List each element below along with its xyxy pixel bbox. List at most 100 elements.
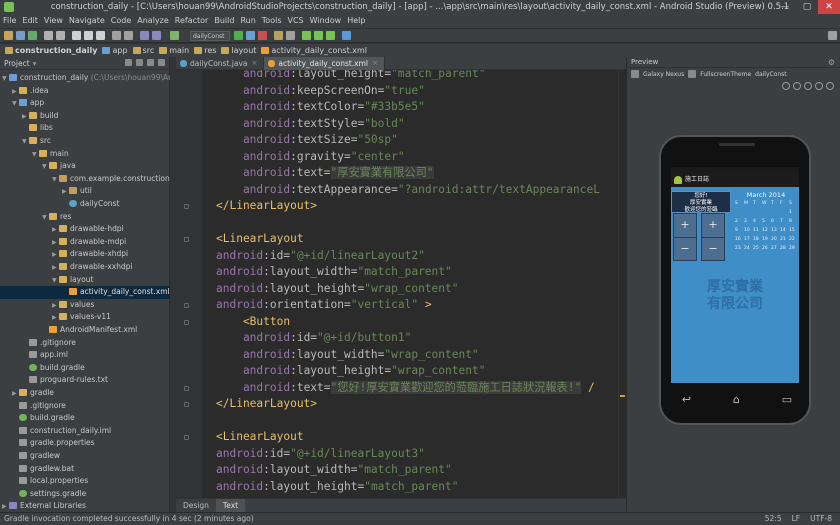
editor-scrollbar[interactable] xyxy=(618,70,626,498)
expand-down-icon[interactable]: ▼ xyxy=(42,161,49,173)
expand-right-icon[interactable]: ▶ xyxy=(12,86,19,98)
breadcrumb-item[interactable]: layout xyxy=(221,46,256,55)
status-message[interactable]: Gradle invocation completed successfully… xyxy=(4,514,254,523)
warning-marker[interactable] xyxy=(620,395,625,397)
code-line[interactable]: </LinearLayout> xyxy=(216,198,317,215)
code-line[interactable]: android:textAppearance="?android:attr/te… xyxy=(216,182,600,199)
tree-item[interactable]: construction_daily.iml xyxy=(0,425,170,438)
find-icon[interactable] xyxy=(112,31,121,40)
code-line[interactable]: <LinearLayout xyxy=(216,429,304,446)
welcome-button[interactable]: 您好! 厚安實業 歡迎您的蒞臨 xyxy=(671,191,731,213)
calendar-day[interactable]: 6 xyxy=(771,219,780,224)
tree-item[interactable]: ▼ com.example.construction_d xyxy=(0,173,170,186)
tree-item[interactable]: build.gradle xyxy=(0,412,170,425)
calendar-day[interactable]: 21 xyxy=(780,237,789,242)
cut-icon[interactable] xyxy=(72,31,81,40)
expand-down-icon[interactable]: ▼ xyxy=(22,136,29,148)
menu-tools[interactable]: Tools xyxy=(259,14,285,28)
menu-view[interactable]: View xyxy=(41,14,66,28)
tree-item[interactable]: ▼ src xyxy=(0,135,170,148)
breadcrumb-item[interactable]: main xyxy=(159,46,189,55)
code-line[interactable]: android:textSize="50sp" xyxy=(216,132,398,149)
fold-marker-icon[interactable] xyxy=(184,237,189,242)
close-tab-icon[interactable]: × xyxy=(252,57,258,70)
scroll-from-source-icon[interactable] xyxy=(125,59,132,66)
increment-button[interactable]: + xyxy=(702,214,724,237)
menu-analyze[interactable]: Analyze xyxy=(134,14,172,28)
tree-item[interactable]: ▶ values-v11 xyxy=(0,311,170,324)
calendar-day[interactable]: 20 xyxy=(771,237,780,242)
menu-vcs[interactable]: VCS xyxy=(285,14,307,28)
fold-marker-icon[interactable] xyxy=(184,204,189,209)
menu-code[interactable]: Code xyxy=(108,14,134,28)
expand-right-icon[interactable]: ▶ xyxy=(52,312,59,324)
sync-icon[interactable] xyxy=(28,31,37,40)
increment-button[interactable]: + xyxy=(674,214,696,237)
code-editor[interactable]: android:layout_height="match_parent" and… xyxy=(176,70,626,498)
calendar-day[interactable]: 16 xyxy=(735,237,744,242)
tree-item[interactable]: activity_daily_const.xml xyxy=(0,286,170,299)
tree-item[interactable]: proguard-rules.txt xyxy=(0,374,170,387)
code-line[interactable]: android:layout_width="match_parent" xyxy=(216,264,452,281)
calendar-day[interactable]: 3 xyxy=(744,219,753,224)
zoom-actual-icon[interactable] xyxy=(793,82,801,90)
code-line[interactable]: android:id="@+id/button1" xyxy=(216,330,411,347)
expand-right-icon[interactable]: ▶ xyxy=(62,186,69,198)
fold-marker-icon[interactable] xyxy=(184,319,189,325)
code-line[interactable]: android:id="@+id/linearLayout2" xyxy=(216,248,425,265)
number-picker-1[interactable]: + − xyxy=(673,213,697,261)
calendar-day[interactable]: 19 xyxy=(762,237,771,242)
sdk-manager-icon[interactable] xyxy=(326,31,335,40)
expand-right-icon[interactable]: ▶ xyxy=(52,262,59,274)
menu-file[interactable]: File xyxy=(0,14,19,28)
tab-text[interactable]: Text xyxy=(215,499,246,512)
run-icon[interactable] xyxy=(234,31,243,40)
tree-item[interactable]: ▶ gradle xyxy=(0,387,170,400)
menu-run[interactable]: Run xyxy=(237,14,258,28)
expand-down-icon[interactable]: ▼ xyxy=(52,275,59,287)
calendar-day[interactable]: 27 xyxy=(771,246,780,251)
code-line[interactable]: android:layout_height="wrap_content" xyxy=(216,363,486,380)
calendar-day[interactable]: 10 xyxy=(744,228,753,233)
tree-item[interactable]: ▶ drawable-xhdpi xyxy=(0,248,170,261)
open-folder-icon[interactable] xyxy=(4,31,13,40)
replace-icon[interactable] xyxy=(124,31,133,40)
undo-icon[interactable] xyxy=(44,31,53,40)
tree-item[interactable]: ▼ app xyxy=(0,97,170,110)
device-select[interactable]: Galaxy Nexus xyxy=(643,71,684,78)
calendar-day[interactable]: 24 xyxy=(744,246,753,251)
line-separator[interactable]: LF xyxy=(792,513,801,525)
tree-item[interactable]: ▶ drawable-mdpi xyxy=(0,236,170,249)
copy-icon[interactable] xyxy=(84,31,93,40)
tree-item[interactable]: .gitignore xyxy=(0,337,170,350)
layout-config-icon[interactable] xyxy=(631,70,639,78)
help-icon[interactable] xyxy=(342,31,351,40)
tree-item[interactable]: ▶ values xyxy=(0,299,170,312)
expand-down-icon[interactable]: ▼ xyxy=(32,149,39,161)
project-view-select[interactable]: Project xyxy=(4,59,30,68)
code-line[interactable]: android:layout_height="match_parent" xyxy=(216,479,459,496)
tree-item[interactable]: ▼ java xyxy=(0,160,170,173)
calendar-day[interactable]: 2 xyxy=(735,219,744,224)
caret-position[interactable]: 52:5 xyxy=(765,513,782,525)
calendar-day[interactable]: 7 xyxy=(780,219,789,224)
code-line[interactable]: android:layout_width="wrap_content" xyxy=(216,347,479,364)
calendar-day[interactable]: 25 xyxy=(753,246,762,251)
close-button[interactable]: ✕ xyxy=(818,0,840,14)
calendar-day[interactable]: 15 xyxy=(789,228,798,233)
tree-item[interactable]: ▼ construction_daily (C:\Users\houan99\An… xyxy=(0,72,170,85)
expand-right-icon[interactable]: ▶ xyxy=(22,111,29,123)
refresh-icon[interactable] xyxy=(826,82,834,90)
tree-item[interactable]: ▼ layout xyxy=(0,274,170,287)
menu-edit[interactable]: Edit xyxy=(19,14,41,28)
code-line[interactable]: android:textStyle="bold" xyxy=(216,116,405,133)
tree-item[interactable]: ▶ drawable-xxhdpi xyxy=(0,261,170,274)
save-icon[interactable] xyxy=(16,31,25,40)
tree-item[interactable]: ▶ drawable-hdpi xyxy=(0,223,170,236)
code-line[interactable]: android:text="您好!厚安實業歡迎您的蒞臨施工日誌狀況報表!" / xyxy=(216,380,595,397)
calendar-day[interactable]: 9 xyxy=(735,228,744,233)
breadcrumb-item[interactable]: res xyxy=(194,46,216,55)
calendar-day[interactable]: 8 xyxy=(789,219,798,224)
tree-item[interactable]: libs xyxy=(0,122,170,135)
calendar-day[interactable]: 12 xyxy=(762,228,771,233)
